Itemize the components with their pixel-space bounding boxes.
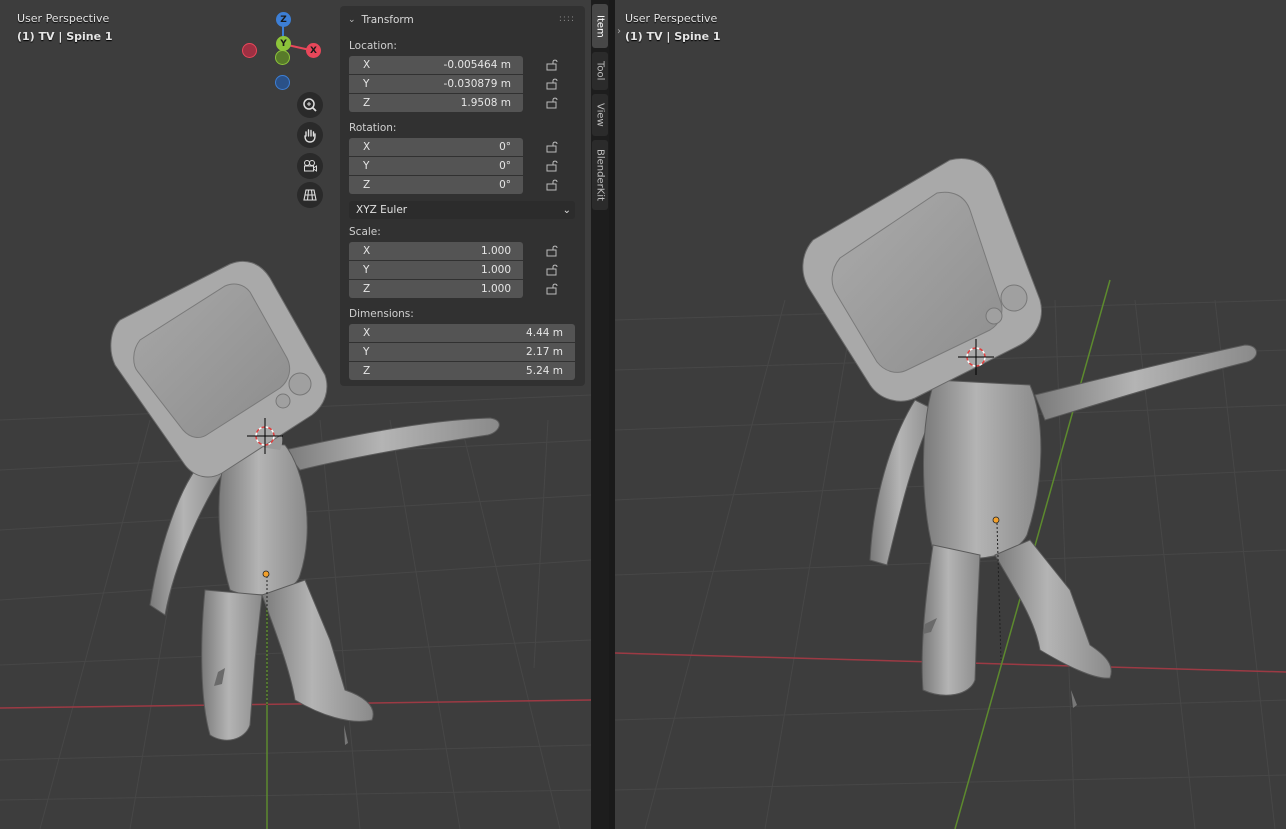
dimensions-y-field[interactable]: Y 2.17 m	[349, 343, 575, 361]
object-context-label: (1) TV | Spine 1	[625, 30, 721, 43]
lock-icon[interactable]	[545, 59, 561, 71]
rotation-z-field[interactable]: Z 0°	[349, 176, 523, 194]
lock-icon[interactable]	[545, 160, 561, 172]
panel-title: Transform	[361, 14, 414, 26]
sidebar-tab-strip: Item Tool View BlenderKit	[591, 0, 609, 829]
left-3d-viewport[interactable]: User Perspective (1) TV | Spine 1 Z X Y …	[0, 0, 591, 829]
tab-tool[interactable]: Tool	[592, 52, 608, 90]
transform-panel: ⌄ Transform :::: Location: X -0.005464 m …	[340, 6, 585, 386]
gizmo-z-negative[interactable]	[275, 75, 290, 90]
gizmo-x-negative[interactable]	[242, 43, 257, 58]
camera-icon[interactable]	[297, 153, 323, 179]
location-label: Location:	[349, 40, 397, 52]
perspective-grid-icon[interactable]	[297, 182, 323, 208]
chevron-down-icon: ⌄	[562, 204, 571, 216]
dimensions-label: Dimensions:	[349, 308, 414, 320]
transform-panel-header[interactable]: ⌄ Transform ::::	[348, 10, 577, 30]
dimensions-x-field[interactable]: X 4.44 m	[349, 324, 575, 342]
dimensions-z-field[interactable]: Z 5.24 m	[349, 362, 575, 380]
gizmo-y-positive[interactable]: Y	[276, 36, 291, 51]
chevron-right-icon[interactable]: ›	[617, 26, 621, 37]
location-x-field[interactable]: X -0.005464 m	[349, 56, 523, 74]
lock-icon[interactable]	[545, 97, 561, 109]
rotation-label: Rotation:	[349, 122, 397, 134]
zoom-icon[interactable]	[297, 92, 323, 118]
scale-y-field[interactable]: Y 1.000	[349, 261, 523, 279]
tab-item[interactable]: Item	[592, 4, 608, 48]
lock-icon[interactable]	[545, 179, 561, 191]
rotation-mode-dropdown[interactable]: XYZ Euler ⌄	[349, 201, 575, 219]
tab-view[interactable]: View	[592, 94, 608, 136]
scale-label: Scale:	[349, 226, 381, 238]
viewport-info: User Perspective (1) TV | Spine 1	[17, 10, 113, 46]
hand-pan-icon[interactable]	[297, 122, 323, 148]
view-mode-label: User Perspective	[625, 12, 718, 25]
drag-handle-icon[interactable]: ::::	[559, 14, 575, 24]
character-model	[802, 158, 1257, 708]
object-context-label: (1) TV | Spine 1	[17, 30, 113, 43]
right-3d-viewport[interactable]: User Perspective (1) TV | Spine 1	[615, 0, 1286, 829]
origin-point	[262, 570, 270, 578]
lock-icon[interactable]	[545, 245, 561, 257]
gizmo-y-negative[interactable]	[275, 50, 290, 65]
viewport-scene	[615, 158, 1286, 829]
x-axis-line	[0, 699, 591, 709]
chevron-down-icon[interactable]: ⌄	[348, 15, 356, 25]
scale-x-field[interactable]: X 1.000	[349, 242, 523, 260]
gizmo-x-positive[interactable]: X	[306, 43, 321, 58]
rotation-y-field[interactable]: Y 0°	[349, 157, 523, 175]
viewport-info: User Perspective (1) TV | Spine 1	[625, 10, 721, 46]
lock-icon[interactable]	[545, 283, 561, 295]
lock-icon[interactable]	[545, 141, 561, 153]
lock-icon[interactable]	[545, 78, 561, 90]
lock-icon[interactable]	[545, 264, 561, 276]
location-z-field[interactable]: Z 1.9508 m	[349, 94, 523, 112]
scale-z-field[interactable]: Z 1.000	[349, 280, 523, 298]
origin-point	[992, 516, 1000, 524]
tab-blenderkit[interactable]: BlenderKit	[592, 140, 608, 210]
view-mode-label: User Perspective	[17, 12, 110, 25]
rotation-x-field[interactable]: X 0°	[349, 138, 523, 156]
gizmo-z-positive[interactable]: Z	[276, 12, 291, 27]
location-y-field[interactable]: Y -0.030879 m	[349, 75, 523, 93]
